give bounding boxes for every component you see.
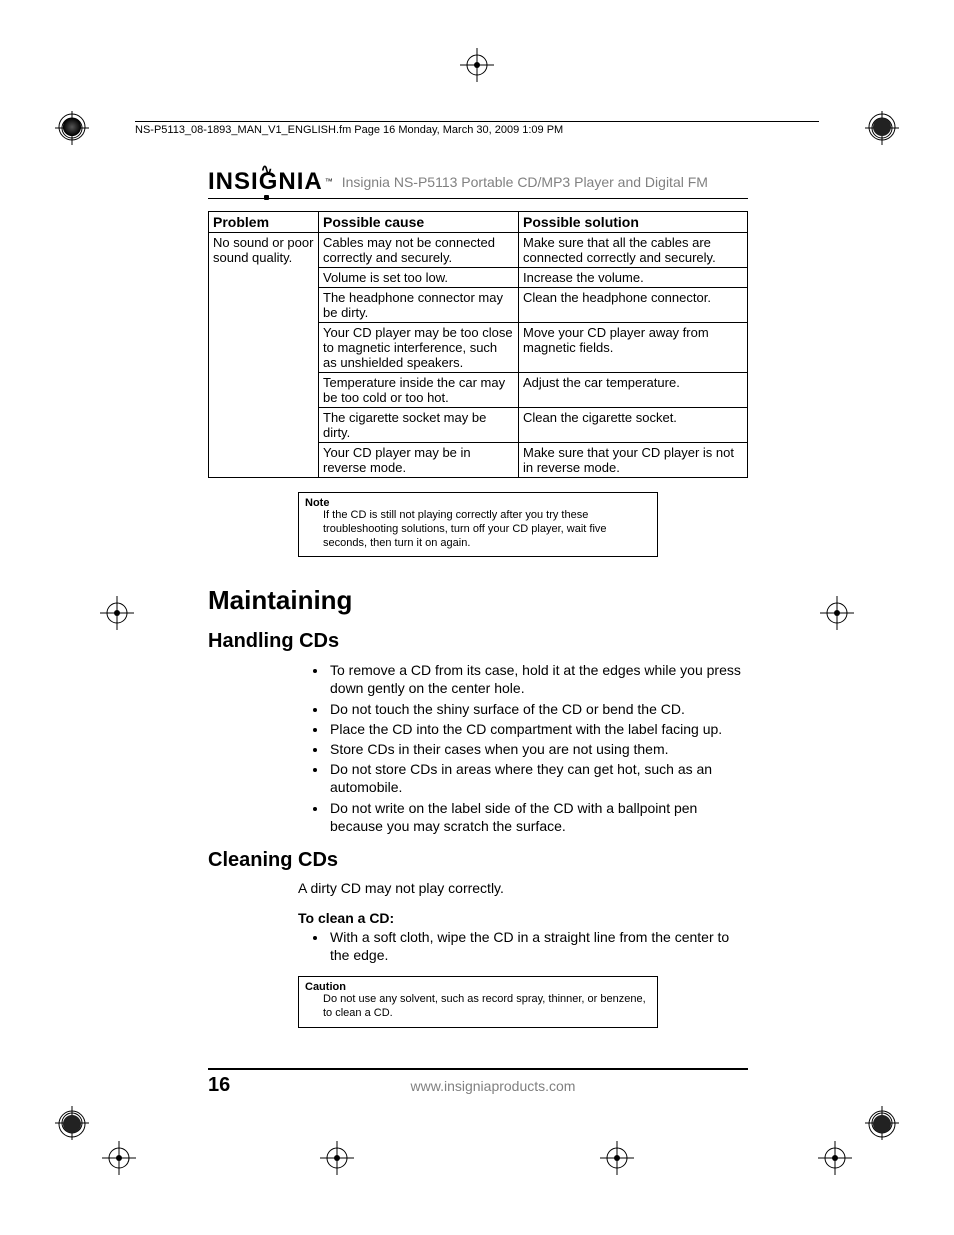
crop-mark-icon <box>102 1141 136 1175</box>
solution-cell: Make sure that all the cables are connec… <box>519 233 748 268</box>
handling-list: To remove a CD from its case, hold it at… <box>208 661 748 835</box>
footer-url: www.insigniaproducts.com <box>238 1078 748 1094</box>
caution-body: Do not use any solvent, such as record s… <box>305 993 651 1021</box>
page-footer: 16 www.insigniaproducts.com <box>208 1068 748 1097</box>
cleaning-intro: A dirty CD may not play correctly. <box>208 880 748 896</box>
crop-mark-icon <box>100 596 134 630</box>
solution-cell: Move your CD player away from magnetic f… <box>519 323 748 373</box>
registration-blob-icon <box>57 112 87 142</box>
crop-mark-icon <box>320 1141 354 1175</box>
cause-cell: Your CD player may be in reverse mode. <box>319 443 519 478</box>
list-item: Store CDs in their cases when you are no… <box>328 740 748 758</box>
list-item: Do not touch the shiny surface of the CD… <box>328 700 748 718</box>
solution-cell: Adjust the car temperature. <box>519 373 748 408</box>
header-row: INSI∿GNIA™ Insignia NS-P5113 Portable CD… <box>208 170 748 199</box>
cause-cell: Volume is set too low. <box>319 268 519 288</box>
crop-mark-icon <box>600 1141 634 1175</box>
solution-cell: Make sure that your CD player is not in … <box>519 443 748 478</box>
cause-cell: The cigarette socket may be dirty. <box>319 408 519 443</box>
solution-cell: Clean the headphone connector. <box>519 288 748 323</box>
heading-maintaining: Maintaining <box>208 585 748 616</box>
cause-cell: Temperature inside the car may be too co… <box>319 373 519 408</box>
registration-blob-icon <box>867 1109 897 1139</box>
table-header-solution: Possible solution <box>519 212 748 233</box>
brand-logo: INSI∿GNIA™ <box>208 170 334 194</box>
table-header-problem: Problem <box>209 212 319 233</box>
heading-cleaning-cds: Cleaning CDs <box>208 849 748 872</box>
note-body: If the CD is still not playing correctly… <box>305 509 651 550</box>
cleaning-list: With a soft cloth, wipe the CD in a stra… <box>208 928 748 964</box>
product-title: Insignia NS-P5113 Portable CD/MP3 Player… <box>342 174 708 190</box>
list-item: With a soft cloth, wipe the CD in a stra… <box>328 928 748 964</box>
cause-cell: Your CD player may be too close to magne… <box>319 323 519 373</box>
registration-blob-icon <box>867 112 897 142</box>
list-item: Place the CD into the CD compartment wit… <box>328 720 748 738</box>
page-content: INSI∿GNIA™ Insignia NS-P5113 Portable CD… <box>208 170 748 1028</box>
troubleshooting-table: Problem Possible cause Possible solution… <box>208 211 748 478</box>
crop-mark-icon <box>818 1141 852 1175</box>
heading-handling-cds: Handling CDs <box>208 630 748 653</box>
caution-title: Caution <box>305 981 651 993</box>
cause-cell: The headphone connector may be dirty. <box>319 288 519 323</box>
cleaning-lead: To clean a CD: <box>208 910 748 926</box>
registration-blob-icon <box>57 1109 87 1139</box>
note-box: Note If the CD is still not playing corr… <box>298 492 658 557</box>
table-row: No sound or poor sound quality. Cables m… <box>209 233 748 268</box>
list-item: Do not write on the label side of the CD… <box>328 799 748 835</box>
crop-mark-icon <box>820 596 854 630</box>
problem-cell: No sound or poor sound quality. <box>209 233 319 478</box>
crop-mark-icon <box>460 48 494 82</box>
framemaker-header: NS-P5113_08-1893_MAN_V1_ENGLISH.fm Page … <box>135 121 819 136</box>
cause-cell: Cables may not be connected correctly an… <box>319 233 519 268</box>
note-title: Note <box>305 497 651 509</box>
table-header-cause: Possible cause <box>319 212 519 233</box>
caution-box: Caution Do not use any solvent, such as … <box>298 976 658 1028</box>
solution-cell: Clean the cigarette socket. <box>519 408 748 443</box>
list-item: To remove a CD from its case, hold it at… <box>328 661 748 697</box>
solution-cell: Increase the volume. <box>519 268 748 288</box>
list-item: Do not store CDs in areas where they can… <box>328 760 748 796</box>
